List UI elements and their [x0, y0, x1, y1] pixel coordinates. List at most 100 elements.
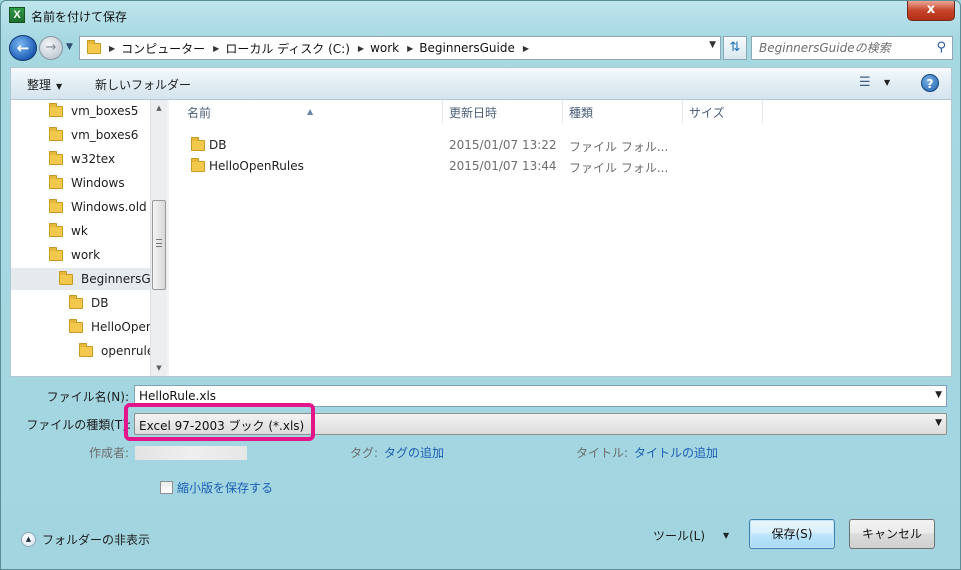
file-name: DB — [209, 138, 227, 152]
file-row[interactable]: HelloOpenRules 2015/01/07 13:44 ファイル フォル..… — [169, 156, 689, 176]
chevron-right-icon[interactable]: ▶ — [523, 44, 529, 53]
nav-tree-item[interactable]: wk — [11, 220, 150, 242]
hide-folders-label: フォルダーの非表示 — [42, 533, 151, 547]
folder-icon — [49, 222, 63, 237]
tools-button[interactable]: ツール(L) — [653, 527, 705, 544]
nav-tree-item[interactable]: w32tex — [11, 148, 150, 170]
nav-tree-item[interactable]: vm_boxes5 — [11, 100, 150, 122]
breadcrumb-local-disk[interactable]: ローカル ディスク (C:) — [225, 40, 350, 57]
folder-icon — [49, 246, 63, 261]
close-button[interactable]: x — [907, 1, 955, 21]
folder-icon — [191, 137, 205, 151]
navigation-pane[interactable]: vm_boxes5 vm_boxes6 w32tex Windows Windows.o… — [11, 100, 167, 376]
title-label: タイトル: — [576, 446, 629, 460]
file-list[interactable]: 名前 ▲ 更新日時 種類 サイズ DB 2015/01/07 13:22 ファイル … — [169, 100, 951, 376]
filetype-label: ファイルの種類(T): — [26, 418, 131, 432]
chevron-right-icon[interactable]: ▶ — [109, 44, 115, 53]
folder-icon — [49, 102, 63, 117]
forward-button[interactable]: → — [39, 36, 63, 60]
scroll-thumb[interactable] — [152, 200, 166, 290]
column-header-date[interactable]: 更新日時 — [443, 100, 563, 124]
navigation-scrollbar[interactable]: ▲ ▼ — [150, 100, 167, 376]
help-icon[interactable]: ? — [921, 74, 939, 92]
nav-tree-label: wk — [71, 224, 88, 238]
organize-label: 整理 — [27, 78, 52, 92]
folder-icon — [69, 294, 83, 309]
filetype-select[interactable]: Excel 97-2003 ブック (*.xls) ▼ — [134, 413, 947, 435]
refresh-button[interactable]: ⇅ — [723, 36, 747, 60]
nav-tree-item[interactable]: Windows — [11, 172, 150, 194]
nav-tree-label: work — [71, 248, 101, 262]
tools-dropdown-icon[interactable]: ▼ — [723, 531, 729, 540]
nav-tree-item[interactable]: vm_boxes6 — [11, 124, 150, 146]
nav-tree-item[interactable]: DB — [11, 292, 150, 314]
nav-tree-label: vm_boxes5 — [71, 104, 139, 118]
chevron-down-icon: ▼ — [56, 82, 63, 91]
file-date: 2015/01/07 13:22 — [449, 138, 557, 152]
breadcrumb-beginnersguide[interactable]: BeginnersGuide — [419, 41, 515, 55]
chevron-right-icon[interactable]: ▶ — [358, 44, 364, 53]
nav-tree-item[interactable]: work — [11, 244, 150, 266]
scroll-up-icon[interactable]: ▲ — [151, 100, 167, 116]
folder-icon — [49, 198, 63, 213]
column-header-name[interactable]: 名前 ▲ — [169, 100, 443, 124]
navigation-row: ← → ▼ ▶ コンピューター ▶ ローカル ディスク (C:) ▶ work … — [9, 34, 953, 62]
folder-icon — [87, 39, 101, 54]
hide-folders-toggle[interactable]: ▲ フォルダーの非表示 — [21, 531, 150, 548]
folder-icon — [49, 174, 63, 189]
breadcrumb-work[interactable]: work — [370, 41, 399, 55]
save-as-dialog: X 名前を付けて保存 x ← → ▼ ▶ コンピューター ▶ ローカル ディスク… — [0, 0, 961, 570]
file-type: ファイル フォル... — [569, 140, 669, 154]
view-options-icon[interactable]: ☰ — [859, 75, 871, 90]
sort-ascending-icon: ▲ — [307, 107, 314, 116]
excel-app-icon: X — [9, 7, 25, 23]
scroll-down-icon[interactable]: ▼ — [151, 360, 167, 376]
filename-label: ファイル名(N): — [46, 390, 129, 404]
search-box[interactable]: ⚲ — [751, 36, 953, 60]
save-thumbnail-label[interactable]: 縮小版を保存する — [177, 479, 273, 496]
file-name: HelloOpenRules — [209, 159, 304, 173]
column-header-type[interactable]: 種類 — [563, 100, 683, 124]
nav-tree-label: Windows.old — [71, 200, 147, 214]
filename-input[interactable] — [135, 386, 925, 406]
nav-tree-item[interactable]: HelloOpenRules — [11, 316, 167, 338]
add-title-link[interactable]: タイトルの追加 — [634, 444, 718, 461]
nav-tree-item[interactable]: openrules — [11, 340, 160, 362]
chevron-down-icon[interactable]: ▼ — [935, 390, 942, 400]
new-folder-button[interactable]: 新しいフォルダー — [95, 76, 191, 93]
title-bar[interactable]: X 名前を付けて保存 x — [1, 1, 960, 31]
column-name-label: 名前 — [187, 106, 212, 120]
nav-tree-item[interactable]: Windows.old — [11, 196, 150, 218]
refresh-icon: ⇅ — [729, 40, 741, 55]
nav-tree-label: DB — [91, 296, 109, 310]
add-tags-link[interactable]: タグの追加 — [384, 444, 444, 461]
folder-icon — [59, 270, 73, 285]
filename-field[interactable]: ▼ — [134, 385, 947, 407]
tags-label: タグ: — [350, 446, 379, 460]
nav-tree-item[interactable]: BeginnersGuide — [11, 268, 167, 290]
author-value[interactable] — [135, 446, 247, 460]
save-button[interactable]: 保存(S) — [749, 519, 835, 549]
chevron-down-icon[interactable]: ▼ — [935, 418, 942, 428]
cancel-button[interactable]: キャンセル — [849, 519, 935, 549]
save-thumbnail-checkbox[interactable] — [160, 481, 173, 494]
address-bar[interactable]: ▶ コンピューター ▶ ローカル ディスク (C:) ▶ work ▶ Begi… — [79, 36, 721, 60]
chevron-right-icon[interactable]: ▶ — [213, 44, 219, 53]
file-type: ファイル フォル... — [569, 161, 669, 175]
search-input[interactable] — [752, 37, 927, 59]
grip-icon — [156, 239, 162, 247]
back-button[interactable]: ← — [9, 35, 37, 61]
folder-icon — [69, 318, 83, 333]
folder-icon — [191, 158, 205, 172]
search-icon[interactable]: ⚲ — [936, 40, 946, 55]
nav-tree-label: vm_boxes6 — [71, 128, 139, 142]
chevron-right-icon[interactable]: ▶ — [407, 44, 413, 53]
arrow-right-icon: → — [45, 40, 57, 55]
breadcrumb-computer[interactable]: コンピューター — [121, 40, 205, 57]
view-dropdown-icon[interactable]: ▼ — [884, 78, 890, 87]
address-dropdown-icon[interactable]: ▼ — [709, 40, 716, 50]
recent-pages-dropdown[interactable]: ▼ — [66, 42, 73, 52]
organize-button[interactable]: 整理 ▼ — [27, 76, 62, 93]
column-header-size[interactable]: サイズ — [683, 100, 763, 124]
file-row[interactable]: DB 2015/01/07 13:22 ファイル フォル... — [169, 135, 689, 155]
